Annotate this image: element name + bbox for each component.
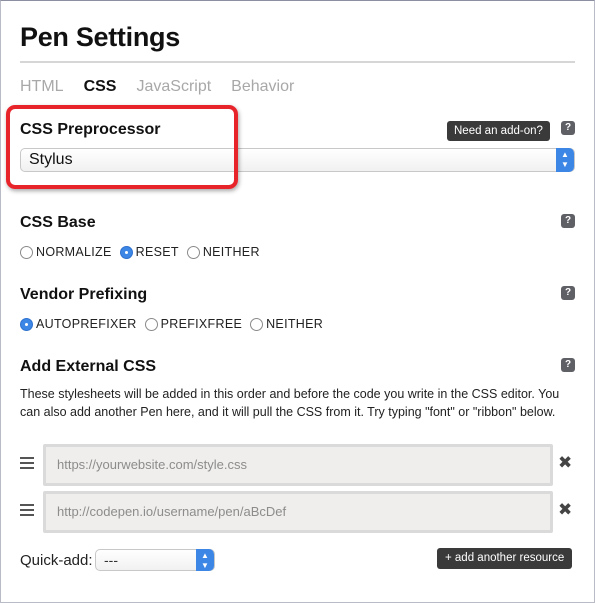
add-resource-button[interactable]: + add another resource (437, 548, 573, 569)
resource-url-input[interactable]: https://yourwebsite.com/style.css (43, 444, 553, 486)
preprocessor-help-icon[interactable]: ? (561, 121, 575, 135)
drag-handle-icon[interactable] (20, 504, 34, 519)
drag-handle-icon[interactable] (20, 457, 34, 472)
radio-normalize[interactable] (20, 245, 33, 259)
css-base-option-reset[interactable]: RESET (119, 245, 179, 259)
select-updown-icon: ▲ ▼ (196, 549, 214, 571)
radio-prefixfree[interactable] (144, 317, 158, 331)
tab-html[interactable]: HTML (20, 78, 64, 96)
css-base-option-neither[interactable]: NEITHER (186, 245, 260, 259)
external-css-description: These stylesheets will be added in this … (20, 387, 560, 419)
vendor-option-neither[interactable]: NEITHER (250, 317, 323, 331)
css-base-options: NORMALIZE RESET NEITHER (20, 245, 268, 259)
quick-add-select[interactable]: --- ▲ ▼ (95, 549, 215, 571)
vendor-option-prefixfree[interactable]: PREFIXFREE (144, 317, 243, 331)
page-title: Pen Settings (20, 22, 180, 52)
tab-css[interactable]: CSS (84, 78, 117, 96)
select-updown-icon: ▲ ▼ (556, 148, 574, 172)
radio-autoprefixer[interactable] (20, 317, 33, 331)
remove-resource-icon[interactable]: ✖ (558, 453, 572, 473)
need-addon-button[interactable]: Need an add-on? (447, 121, 550, 141)
resource-url-input[interactable]: http://codepen.io/username/pen/aBcDef (43, 491, 553, 533)
radio-vendor-neither[interactable] (250, 317, 264, 331)
vendor-option-autoprefixer[interactable]: AUTOPREFIXER (20, 317, 137, 331)
title-divider (20, 61, 575, 63)
css-base-heading: CSS Base (20, 214, 96, 231)
radio-reset[interactable] (119, 245, 133, 259)
css-base-help-icon[interactable]: ? (561, 214, 575, 228)
highlight-box (6, 105, 238, 189)
tab-behavior[interactable]: Behavior (231, 78, 294, 96)
resource-row: http://codepen.io/username/pen/aBcDef ✖ (20, 491, 575, 533)
external-css-help-icon[interactable]: ? (561, 358, 575, 372)
resource-row: https://yourwebsite.com/style.css ✖ (20, 444, 575, 486)
remove-resource-icon[interactable]: ✖ (558, 500, 572, 520)
tab-javascript[interactable]: JavaScript (136, 78, 211, 96)
quick-add-label: Quick-add: (20, 552, 93, 569)
vendor-options: AUTOPREFIXER PREFIXFREE NEITHER (20, 317, 331, 331)
radio-neither[interactable] (186, 245, 200, 259)
external-css-heading: Add External CSS (20, 358, 157, 375)
css-base-option-normalize[interactable]: NORMALIZE (20, 245, 112, 259)
vendor-heading: Vendor Prefixing (20, 286, 148, 303)
tab-bar: HTML CSS JavaScript Behavior (20, 78, 294, 96)
vendor-help-icon[interactable]: ? (561, 286, 575, 300)
quick-add-value: --- (104, 552, 118, 568)
